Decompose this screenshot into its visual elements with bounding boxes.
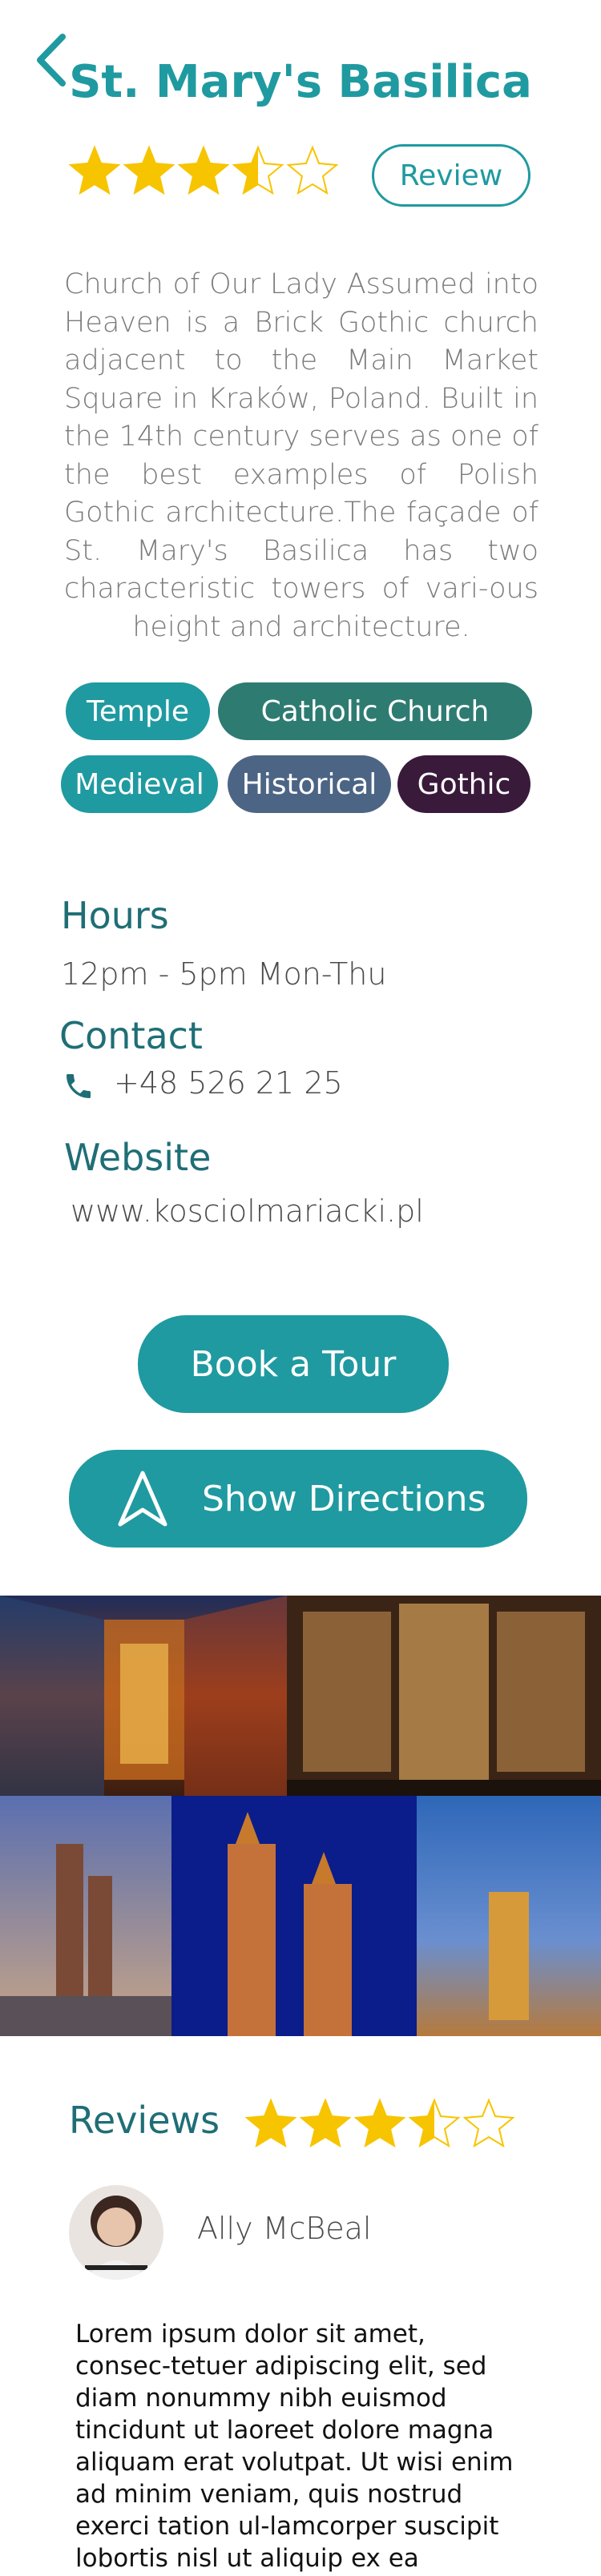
star-icon — [232, 144, 284, 199]
review-author: Ally McBeal — [197, 2211, 372, 2246]
avatar — [69, 2185, 163, 2280]
gallery-photo-interior[interactable] — [0, 1596, 287, 1796]
website-heading: Website — [64, 1136, 212, 1179]
star-icon — [244, 2097, 297, 2151]
hours-value: 12pm - 5pm Mon-Thu — [61, 956, 387, 992]
tag-temple[interactable]: Temple — [66, 682, 210, 740]
star-icon — [286, 144, 339, 199]
reviews-rating-stars — [244, 2097, 515, 2151]
tag-medieval[interactable]: Medieval — [61, 755, 218, 813]
tag-gothic[interactable]: Gothic — [397, 755, 530, 813]
page-title: St. Mary's Basilica — [69, 56, 532, 108]
description: Church of Our Lady Assumed into Heaven i… — [64, 268, 538, 643]
gallery-photo-square-night[interactable] — [0, 1796, 171, 2036]
hours-heading: Hours — [61, 894, 169, 937]
review-text: Lorem ipsum dolor sit amet, consec-tetue… — [75, 2320, 514, 2573]
tag-historical[interactable]: Historical — [228, 755, 391, 813]
gallery-photo-towers[interactable] — [171, 1796, 417, 2036]
star-icon — [462, 2097, 515, 2151]
phone-icon — [63, 1070, 95, 1102]
reviews-heading: Reviews — [69, 2099, 220, 2142]
star-icon — [299, 2097, 352, 2151]
gallery-photo-altar[interactable] — [287, 1596, 601, 1796]
navigation-arrow-icon — [118, 1471, 167, 1527]
star-icon — [123, 144, 175, 199]
star-icon — [177, 144, 230, 199]
star-icon — [68, 144, 121, 199]
book-tour-button[interactable]: Book a Tour — [138, 1315, 449, 1413]
website-link[interactable]: www.kosciolmariacki.pl — [71, 1193, 424, 1229]
gallery-photo-ceiling[interactable] — [417, 1796, 601, 2036]
star-icon — [353, 2097, 406, 2151]
tag-catholic-church[interactable]: Catholic Church — [218, 682, 532, 740]
show-directions-label: Show Directions — [202, 1478, 486, 1519]
review-button[interactable]: Review — [372, 144, 530, 207]
contact-heading: Contact — [59, 1014, 203, 1057]
phone-link[interactable]: +48 526 21 25 — [114, 1065, 343, 1101]
rating-stars — [68, 144, 339, 199]
show-directions-button[interactable]: Show Directions — [69, 1450, 527, 1548]
star-icon — [408, 2097, 461, 2151]
